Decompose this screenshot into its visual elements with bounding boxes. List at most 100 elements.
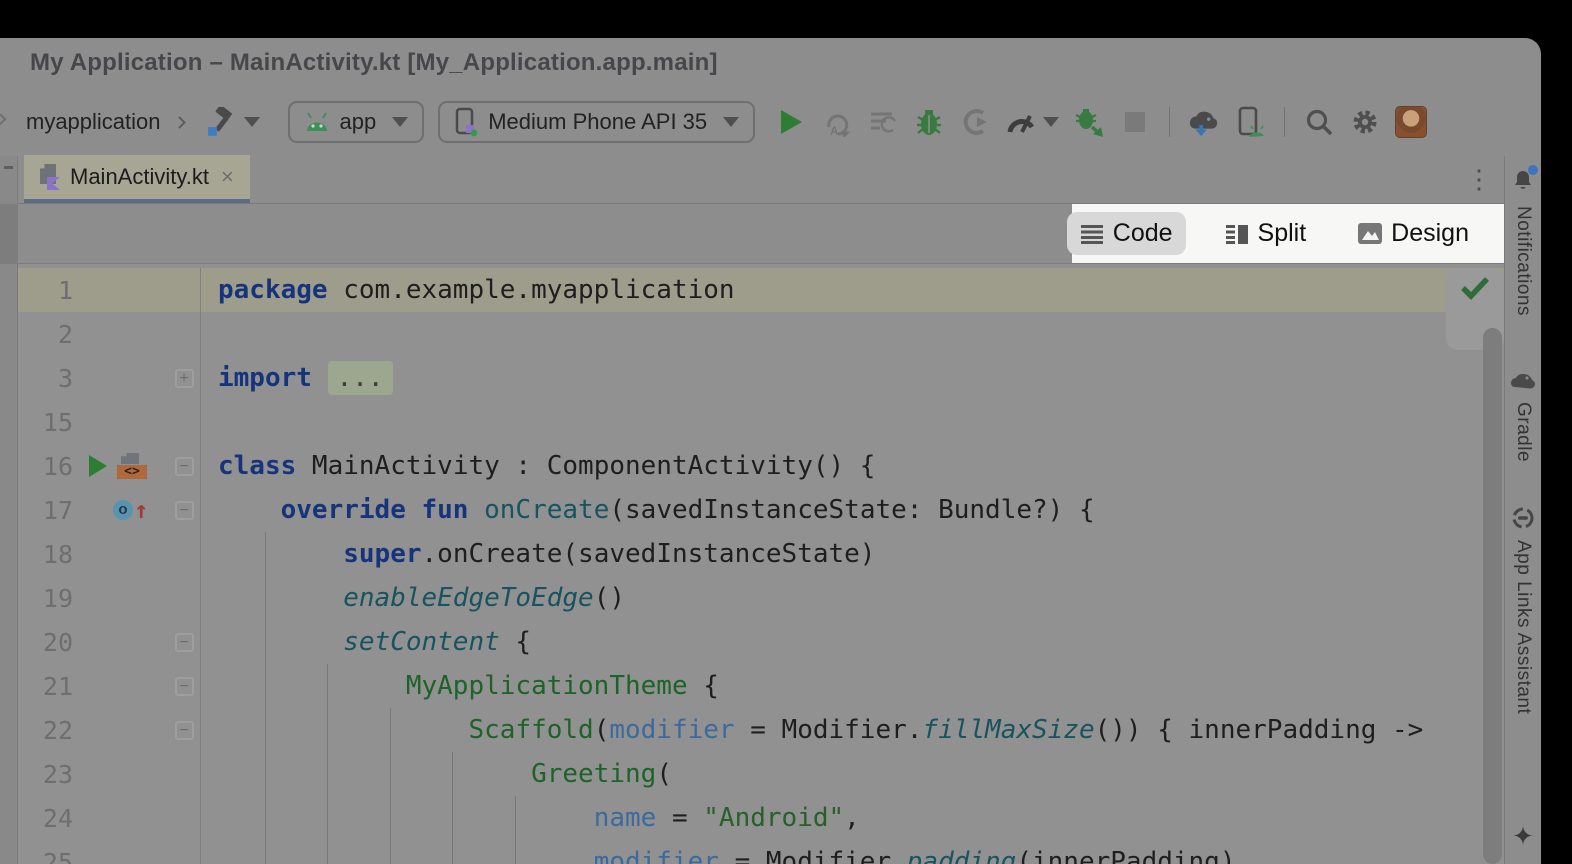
- view-mode-label: Split: [1258, 219, 1307, 248]
- attach-debugger-button[interactable]: [1073, 106, 1105, 138]
- view-mode-design[interactable]: Design: [1345, 212, 1482, 255]
- code-line: 16<>−class MainActivity : ComponentActiv…: [18, 444, 1504, 488]
- kotlin-file-icon: [38, 164, 60, 190]
- run-gutter-icon[interactable]: [89, 455, 107, 477]
- override-method-icon[interactable]: o↑: [113, 498, 148, 522]
- line-number: 23: [18, 760, 73, 789]
- module-selector-label: app: [340, 109, 377, 135]
- code-text: import ...: [201, 356, 393, 400]
- editor-tab-bar: MainActivity.kt × ⋮: [18, 156, 1504, 204]
- editor-toolbar: Code Split Design: [18, 204, 1504, 264]
- title-bar: My Application – MainActivity.kt [My_App…: [0, 38, 1541, 88]
- window-title: My Application – MainActivity.kt [My_App…: [30, 49, 718, 77]
- gradle-button[interactable]: [1510, 370, 1536, 392]
- stripe-block: [0, 204, 18, 264]
- build-button[interactable]: [204, 106, 236, 138]
- toolbar-separator: [1284, 107, 1285, 137]
- app-links-assistant-button[interactable]: [1511, 506, 1535, 530]
- profiler-dropdown-arrow[interactable]: [1043, 117, 1059, 127]
- notifications-button[interactable]: [1511, 168, 1535, 192]
- fold-collapse-icon[interactable]: −: [175, 633, 194, 652]
- code-text: Scaffold(modifier = Modifier.fillMaxSize…: [201, 708, 1423, 752]
- fold-gutter: [168, 796, 201, 840]
- apply-code-changes-button[interactable]: [867, 106, 899, 138]
- code-line: 25 modifier = Modifier.padding(innerPadd…: [18, 840, 1504, 864]
- view-mode-code[interactable]: Code: [1067, 212, 1186, 255]
- compose-preview-icon[interactable]: <>: [117, 453, 147, 479]
- main-toolbar: myapplication app: [0, 88, 1541, 156]
- line-number: 21: [18, 672, 73, 701]
- fold-collapse-icon[interactable]: −: [175, 501, 194, 520]
- line-number: 15: [18, 408, 73, 437]
- gemini-sparkle-icon[interactable]: ✦: [1512, 821, 1534, 852]
- module-selector[interactable]: app: [288, 101, 425, 143]
- fold-collapse-icon[interactable]: −: [175, 457, 194, 476]
- indent-guide: [452, 752, 453, 864]
- fold-gutter: [168, 840, 201, 864]
- gutter-icons: o↑: [73, 498, 168, 522]
- code-text: modifier = Modifier.padding(innerPadding…: [201, 840, 1236, 864]
- left-tool-stripe: [0, 156, 18, 864]
- line-number: 25: [18, 848, 73, 864]
- code-line: 21− MyApplicationTheme {: [18, 664, 1504, 708]
- line-number: 2: [18, 320, 73, 349]
- main-content-row: MainActivity.kt × ⋮ Code: [0, 156, 1541, 864]
- app-links-icon: [1511, 506, 1535, 530]
- view-mode-label: Code: [1113, 219, 1173, 248]
- vertical-scrollbar[interactable]: [1483, 328, 1502, 864]
- settings-button[interactable]: [1349, 106, 1381, 138]
- code-line: 2: [18, 312, 1504, 356]
- fold-gutter: [168, 400, 201, 444]
- device-dropdown-arrow: [723, 117, 739, 127]
- fold-gutter: −: [168, 444, 201, 488]
- user-avatar[interactable]: [1395, 106, 1427, 138]
- device-manager-button[interactable]: [1234, 106, 1266, 138]
- stripe-label-app-links[interactable]: App Links Assistant: [1512, 540, 1534, 714]
- split-view-icon: [1225, 224, 1249, 244]
- breadcrumb-project[interactable]: myapplication: [26, 109, 161, 135]
- view-mode-toggle: Code Split Design: [1072, 204, 1504, 263]
- code-line: 23 Greeting(: [18, 752, 1504, 796]
- gradle-elephant-icon: [1510, 370, 1536, 392]
- notification-badge: [1528, 165, 1538, 175]
- fold-gutter: [168, 752, 201, 796]
- view-mode-split[interactable]: Split: [1212, 212, 1320, 255]
- fold-expand-icon[interactable]: +: [175, 369, 194, 388]
- line-number: 22: [18, 716, 73, 745]
- tab-close-icon[interactable]: ×: [219, 166, 236, 188]
- fold-collapse-icon[interactable]: −: [175, 677, 194, 696]
- code-text: class MainActivity : ComponentActivity()…: [201, 444, 875, 488]
- line-number: 17: [18, 496, 73, 525]
- fold-gutter: +: [168, 356, 201, 400]
- toolbar-separator: [1169, 107, 1170, 137]
- tab-label: MainActivity.kt: [70, 164, 209, 190]
- fold-gutter: −: [168, 664, 201, 708]
- tab-options-icon[interactable]: ⋮: [1466, 164, 1492, 195]
- fold-gutter: [168, 312, 201, 356]
- stop-button[interactable]: [1119, 106, 1151, 138]
- module-dropdown-arrow: [392, 117, 408, 127]
- code-text: Greeting(: [201, 752, 672, 796]
- profile-button[interactable]: [959, 106, 991, 138]
- tab-mainactivity[interactable]: MainActivity.kt ×: [24, 155, 250, 203]
- code-text: package com.example.myapplication: [201, 268, 735, 312]
- search-button[interactable]: [1303, 106, 1335, 138]
- debug-button[interactable]: [913, 106, 945, 138]
- fold-collapse-icon[interactable]: −: [175, 721, 194, 740]
- gutter-icons: <>: [73, 453, 168, 479]
- build-dropdown-arrow[interactable]: [244, 117, 260, 127]
- device-selector[interactable]: Medium Phone API 35: [438, 101, 755, 143]
- fold-gutter: −: [168, 708, 201, 752]
- right-tool-stripe: Notifications Gradle App Links Assistant…: [1504, 156, 1541, 864]
- line-number: 20: [18, 628, 73, 657]
- sync-gradle-button[interactable]: [1188, 106, 1220, 138]
- stripe-label-gradle[interactable]: Gradle: [1512, 402, 1534, 462]
- code-editor[interactable]: 1package com.example.myapplication23+imp…: [18, 264, 1504, 864]
- apply-changes-button[interactable]: A: [821, 106, 853, 138]
- code-text: name = "Android",: [201, 796, 860, 840]
- stripe-label-notifications[interactable]: Notifications: [1512, 206, 1534, 316]
- run-button[interactable]: [775, 106, 807, 138]
- profiler-button[interactable]: [1005, 106, 1037, 138]
- fold-gutter: −: [168, 488, 201, 532]
- device-selector-label: Medium Phone API 35: [488, 109, 707, 135]
